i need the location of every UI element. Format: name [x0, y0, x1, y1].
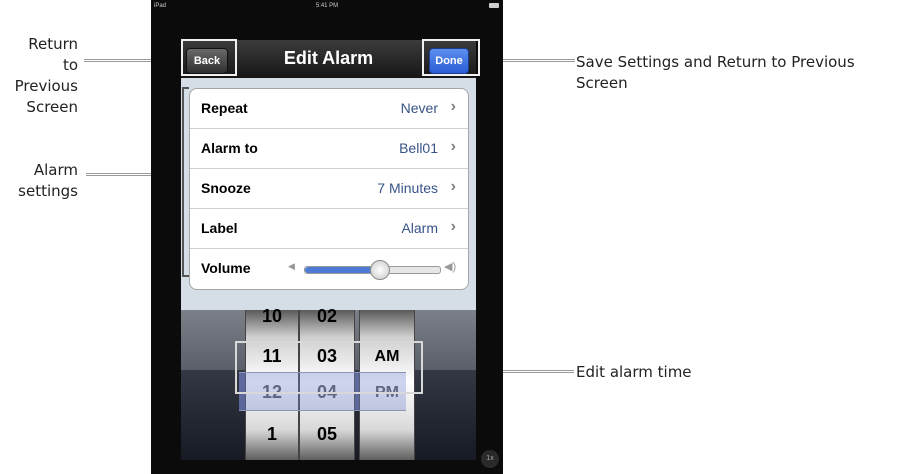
- return-annotation-line1: Return: [28, 35, 78, 53]
- alarm-settings-list: Repeat Never › Alarm to Bell01 › Snooze …: [189, 88, 469, 290]
- chevron-right-icon: ›: [450, 218, 456, 235]
- volume-slider-knob[interactable]: [370, 260, 391, 280]
- return-annotation-line3: Previous: [14, 77, 78, 95]
- chevron-right-icon: ›: [450, 178, 456, 195]
- settings-row-volume: Volume ◀ ◀): [190, 249, 468, 289]
- edit-time-annotation: Edit alarm time: [576, 363, 692, 381]
- settings-row-repeat[interactable]: Repeat Never ›: [190, 89, 468, 129]
- alarm-to-value: Bell01: [399, 140, 438, 156]
- snooze-value: 7 Minutes: [377, 180, 438, 196]
- label-value: Alarm: [401, 220, 438, 236]
- alarm-settings-bracket: [182, 87, 189, 277]
- volume-slider[interactable]: [304, 260, 441, 280]
- status-time: 5:41 PM: [315, 3, 339, 9]
- battery-icon: [489, 3, 499, 9]
- save-annotation: Save Settings and Return to Previous Scr…: [576, 52, 896, 94]
- alarm-settings-annotation: Alarm settings: [0, 160, 78, 202]
- save-annotation-line2: Screen: [576, 74, 628, 92]
- repeat-label: Repeat: [201, 100, 248, 116]
- alarm-settings-line1: Alarm: [33, 161, 78, 179]
- back-button-highlight: [181, 39, 237, 76]
- alarm-settings-line2: settings: [18, 182, 78, 200]
- return-annotation-line4: Screen: [26, 98, 78, 116]
- hour-item: 1: [266, 424, 277, 444]
- status-bar: iPad 5:41 PM: [151, 0, 503, 14]
- settings-row-alarm-to[interactable]: Alarm to Bell01 ›: [190, 129, 468, 169]
- settings-area: Repeat Never › Alarm to Bell01 › Snooze …: [181, 78, 476, 310]
- hour-item: 10: [261, 306, 283, 326]
- minute-item: 05: [316, 424, 338, 444]
- return-annotation: Return to Previous Screen: [0, 34, 78, 118]
- settings-row-snooze[interactable]: Snooze 7 Minutes ›: [190, 169, 468, 209]
- speaker-high-icon: ◀): [444, 261, 457, 273]
- minute-item: 02: [316, 306, 338, 326]
- edit-alarm-modal: Back Edit Alarm Done Repeat Never › Alar…: [181, 40, 476, 460]
- chevron-right-icon: ›: [450, 98, 456, 115]
- label-label: Label: [201, 220, 238, 236]
- return-annotation-line2: to: [62, 56, 78, 74]
- done-button-highlight: [422, 39, 480, 76]
- zoom-button[interactable]: 1x: [481, 450, 499, 468]
- volume-slider-fill: [305, 267, 380, 273]
- settings-row-label[interactable]: Label Alarm ›: [190, 209, 468, 249]
- speaker-low-icon: ◀: [288, 261, 295, 271]
- ipad-screen: iPad 5:41 PM Back Edit Alarm Done Repeat…: [151, 0, 503, 474]
- edit-time-highlight: [235, 341, 423, 394]
- volume-label: Volume: [201, 260, 251, 276]
- chevron-right-icon: ›: [450, 138, 456, 155]
- repeat-value: Never: [400, 100, 438, 116]
- snooze-label: Snooze: [201, 180, 251, 196]
- save-annotation-line1: Save Settings and Return to Previous: [576, 53, 855, 71]
- alarm-to-label: Alarm to: [201, 140, 258, 156]
